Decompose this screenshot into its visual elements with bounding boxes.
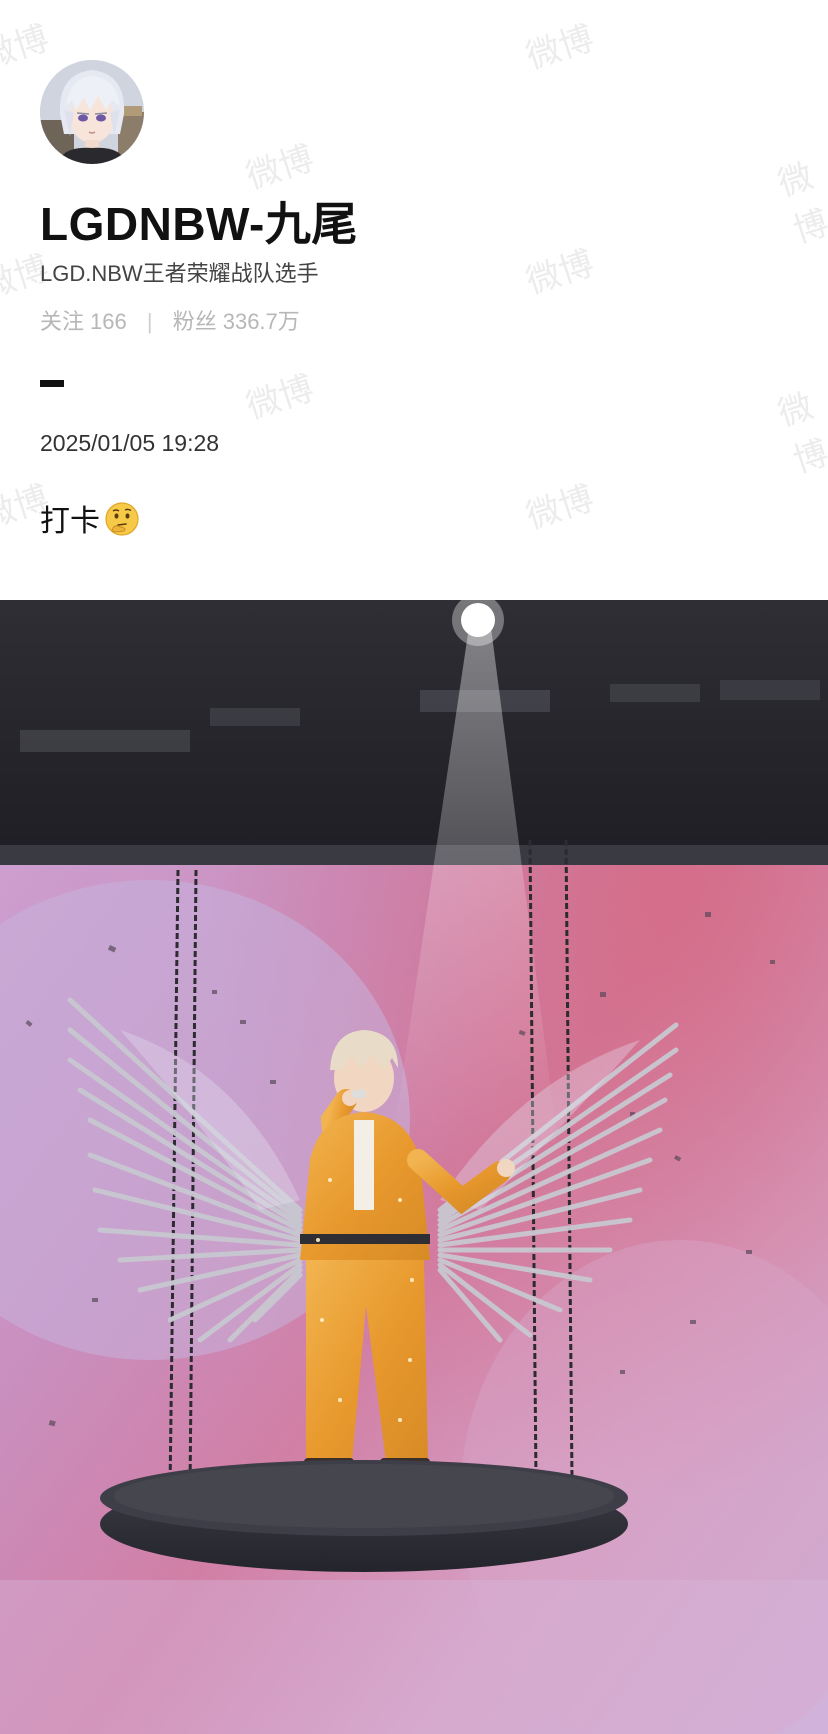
user-stats: 关注 166 | 粉丝 336.7万 — [40, 304, 300, 336]
divider-dash — [40, 380, 64, 387]
followers-count[interactable]: 336.7万 — [223, 304, 300, 336]
stats-separator: | — [146, 309, 153, 334]
thinking-face-icon — [104, 501, 140, 537]
following-label[interactable]: 关注 — [40, 304, 84, 336]
followers-label[interactable]: 粉丝 — [173, 304, 217, 336]
post-timestamp: 2025/01/05 19:28 — [40, 430, 220, 456]
weibo-watermark: 微博 — [241, 368, 319, 428]
username[interactable]: LGDNBW-九尾 — [40, 188, 358, 254]
post-content: 打卡 — [40, 496, 140, 540]
user-bio: LGD.NBW王者荣耀战队选手 — [40, 261, 319, 286]
weibo-watermark: 微博 — [0, 18, 54, 78]
weibo-watermark: 微博 — [773, 386, 828, 482]
weibo-post-screenshot: 微博 微博 微博 微博 微博 微博 微博 微博 微博 微博 LGDNBW-九尾 … — [0, 0, 828, 1734]
weibo-watermark: 微博 — [521, 478, 599, 538]
weibo-watermark: 微博 — [521, 243, 599, 303]
weibo-watermark: 微博 — [773, 156, 828, 252]
post-text: 打卡 — [40, 505, 100, 538]
weibo-watermark: 微博 — [521, 18, 599, 78]
avatar[interactable] — [40, 60, 144, 164]
following-count[interactable]: 166 — [90, 309, 127, 335]
post-image[interactable] — [0, 600, 828, 1734]
